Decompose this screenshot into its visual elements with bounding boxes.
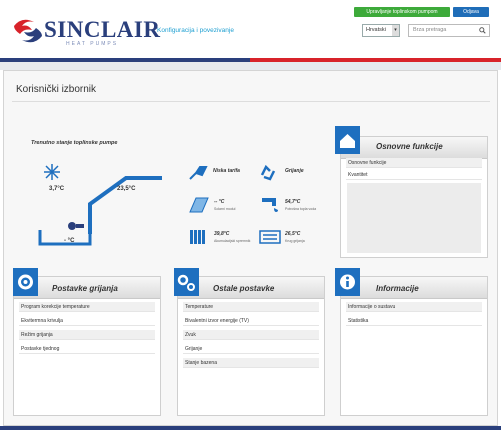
heating-label: Krug grijanja [285,239,305,243]
info-icon [335,268,360,296]
menu-item[interactable]: Grijanje [183,344,319,354]
heat-pump-diagram-icon [38,164,162,246]
menu-item[interactable]: Program korekcije temperature [19,302,155,312]
solar-panel-icon [189,197,209,213]
brand-subtitle: HEAT PUMPS [66,41,119,47]
card-title: Informacije [376,284,419,293]
control-heat-pump-button[interactable]: Upravljanje toplinskom pumpom [354,7,450,17]
card-title: Ostale postavke [213,284,275,293]
mode-status: Grijanje [285,168,304,174]
search-input[interactable]: Brza pretraga [408,24,490,37]
solar-label: Solarni modul [214,207,236,211]
menu-item[interactable]: Stanje bazena [183,358,319,368]
menu-item[interactable]: Statistika [346,316,482,326]
card-body [347,183,481,253]
logout-button[interactable]: Odjava [453,7,489,17]
solar-value: -- °C [214,199,225,205]
menu-item[interactable]: Temperature [183,302,319,312]
card-title: Postavke grijanja [52,284,118,293]
settings-gears-icon [174,268,199,296]
gear-icon [13,268,38,296]
menu-item[interactable]: Postavke tjednog [19,344,155,354]
status-title: Trenutno stanje toplinske pumpe [31,140,118,146]
buffer-value: 39,8°C [214,231,230,237]
recycle-icon [260,164,276,181]
radiator-icon [190,230,205,244]
search-icon[interactable] [479,27,486,34]
home-icon [335,126,360,154]
menu-item[interactable]: Kvantitet [346,170,482,180]
outdoor-temperature: 3,7°C [49,186,65,192]
footer-bar [0,426,501,430]
menu-item[interactable]: Ekvitermna krivulja [19,316,155,326]
header: SINCLAIR HEAT PUMPS Konfiguracija i pove… [0,0,501,58]
plug-icon [189,166,208,180]
buffer-label: Akumulacijski spremnik [214,239,251,243]
page-title: Korisnički izbornik [16,84,97,95]
dhw-label: Potrošna topla voda [285,207,317,211]
menu-item[interactable]: Osnovne funkcije [346,158,482,168]
indoor-temperature: 23,5°C [117,186,136,192]
language-select[interactable]: Hrvatski ▾ [362,24,400,37]
floor-temperature: - °C [64,238,75,244]
card-basic-functions [340,136,488,258]
chevron-down-icon[interactable]: ▾ [392,25,399,36]
water-tap-icon [262,198,278,212]
card-title: Osnovne funkcije [376,142,443,151]
dhw-value: 54,7°C [285,199,301,205]
floor-heating-icon [259,230,281,244]
menu-item[interactable]: Zvuk [183,330,319,340]
config-link[interactable]: Konfiguracija i povezivanje [157,27,234,34]
tariff-status: Niska tarifa [213,168,240,174]
language-value: Hrvatski [366,27,386,33]
brand-name: SINCLAIR [44,17,161,42]
menu-item[interactable]: Režim grijanja [19,330,155,340]
menu-item[interactable]: Informacije o sustavu [346,302,482,312]
heating-value: 26,5°C [285,231,301,237]
search-placeholder: Brza pretraga [413,27,447,33]
card-information [340,276,488,416]
menu-item[interactable]: Bivalentni izvor energije (TV) [183,316,319,326]
divider [12,101,490,102]
header-stripe-gray [0,62,501,70]
